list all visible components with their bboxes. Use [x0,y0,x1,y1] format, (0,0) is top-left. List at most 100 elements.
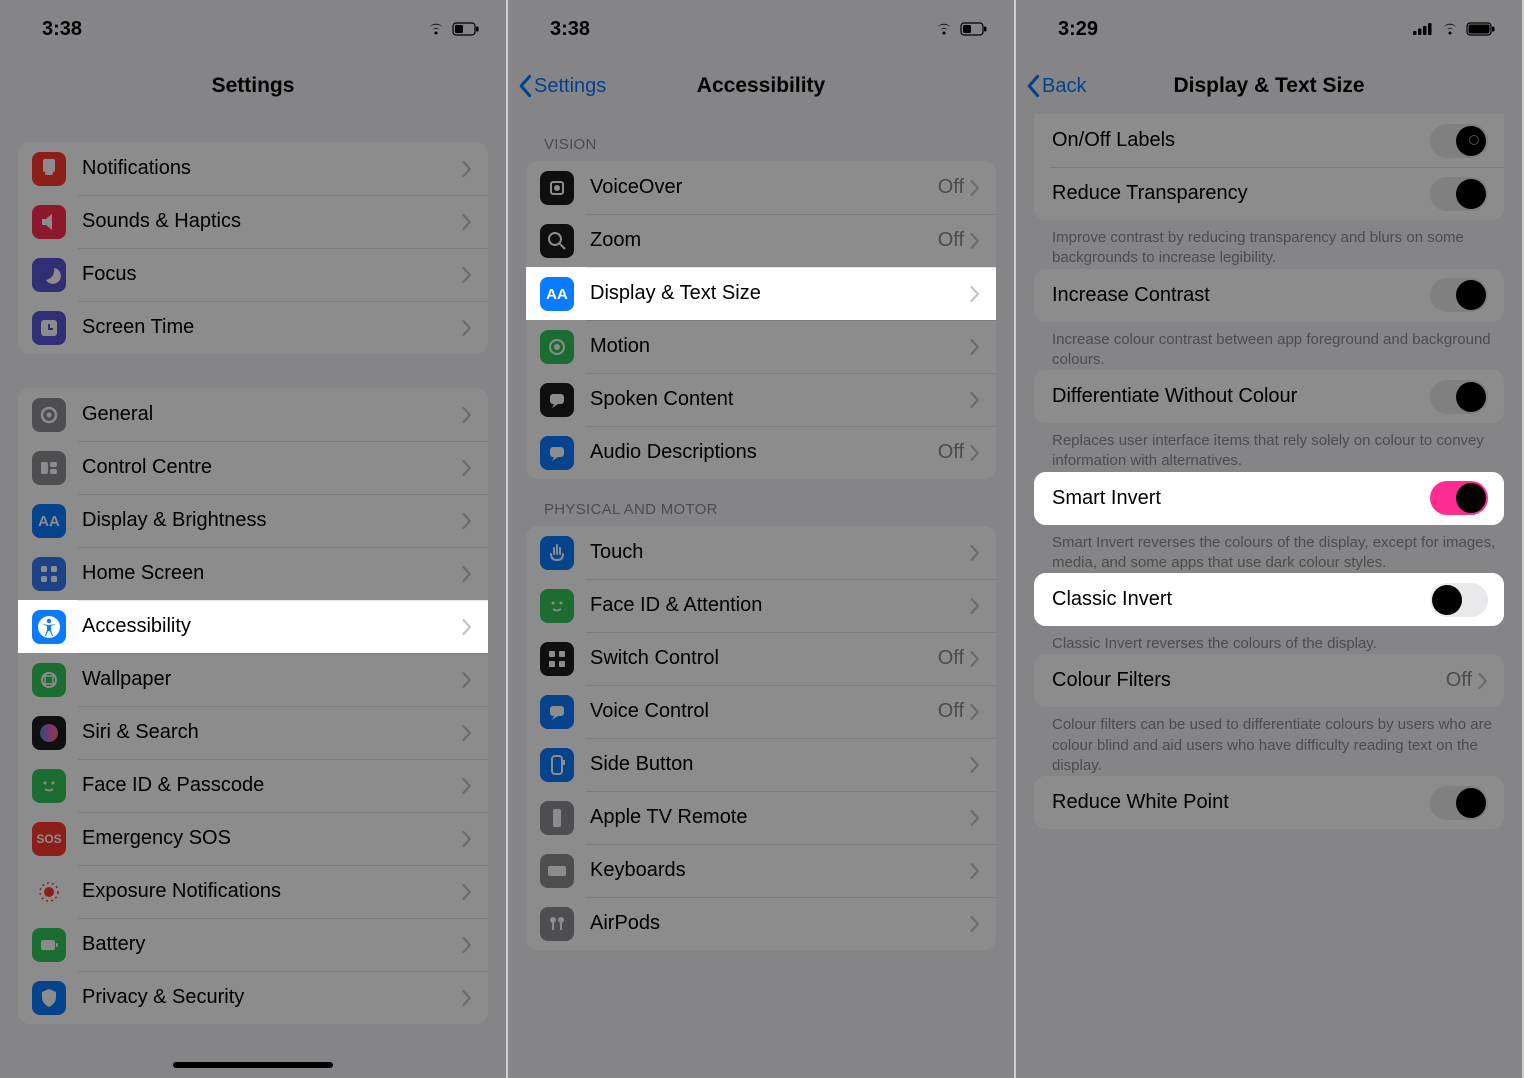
motion-icon [540,330,574,364]
list-item[interactable]: Switch ControlOff [526,632,996,685]
list-item[interactable]: SOSEmergency SOS [18,812,488,865]
row-label: Face ID & Passcode [82,774,462,797]
accessibility-icon [32,610,66,644]
toggle-switch[interactable] [1430,380,1488,414]
chevron-right-icon [970,810,980,826]
section-footer: Smart Invert reverses the colours of the… [1016,525,1522,574]
row-label: Display & Text Size [590,282,970,305]
list-item[interactable]: VoiceOverOff [526,161,996,214]
settings-group: On/Off LabelsReduce Transparency [1034,114,1504,220]
list-item[interactable]: Home Screen [18,547,488,600]
chevron-right-icon [970,545,980,561]
siri-icon [32,716,66,750]
list-item[interactable]: Reduce Transparency [1034,167,1504,220]
exposure-icon [32,875,66,909]
row-value: Off [938,229,964,252]
list-item[interactable]: Colour FiltersOff [1034,654,1504,707]
row-value: Off [1446,669,1472,692]
row-label: Reduce White Point [1052,791,1430,814]
list-item[interactable]: Face ID & Passcode [18,759,488,812]
section-header: Vision [508,114,1014,161]
chevron-right-icon [1478,673,1488,689]
list-item[interactable]: Face ID & Attention [526,579,996,632]
row-label: General [82,403,462,426]
toggle-switch[interactable] [1430,481,1488,515]
list-item[interactable]: Screen Time [18,301,488,354]
chevron-right-icon [970,863,980,879]
list-item[interactable]: Differentiate Without Colour [1034,370,1504,423]
list-item[interactable]: AADisplay & Text Size [526,267,996,320]
list-item[interactable]: Smart Invert [1034,472,1504,525]
list-item[interactable]: Increase Contrast [1034,269,1504,322]
row-label: Emergency SOS [82,827,462,850]
list-item[interactable]: Privacy & Security [18,971,488,1024]
row-label: AirPods [590,912,970,935]
row-label: Accessibility [82,615,462,638]
row-label: Voice Control [590,700,938,723]
list-item[interactable]: Keyboards [526,844,996,897]
list-item[interactable]: Audio DescriptionsOff [526,426,996,479]
list-item[interactable]: Wallpaper [18,653,488,706]
row-label: Colour Filters [1052,669,1446,692]
nav-bar: Settings [0,58,506,114]
row-value: Off [938,176,964,199]
row-label: VoiceOver [590,176,938,199]
battery-icon [1466,22,1496,36]
toggle-switch[interactable] [1430,177,1488,211]
section-footer: Improve contrast by reducing transparenc… [1016,220,1522,269]
row-label: Control Centre [82,456,462,479]
section-footer: Classic Invert reverses the colours of t… [1016,626,1522,654]
toggle-switch[interactable] [1430,278,1488,312]
row-label: Side Button [590,753,970,776]
list-item[interactable]: Focus [18,248,488,301]
row-label: Motion [590,335,970,358]
page-title: Display & Text Size [1173,74,1364,98]
display-text-content[interactable]: On/Off LabelsReduce TransparencyImprove … [1016,114,1522,1078]
settings-group: Classic Invert [1034,573,1504,626]
list-item[interactable]: Siri & Search [18,706,488,759]
list-item[interactable]: Side Button [526,738,996,791]
faceid-icon [32,769,66,803]
list-item[interactable]: AirPods [526,897,996,950]
list-item[interactable]: Notifications [18,142,488,195]
row-label: Exposure Notifications [82,880,462,903]
switch-icon [540,642,574,676]
back-button[interactable]: Back [1026,74,1086,98]
list-item[interactable]: General [18,388,488,441]
row-label: Home Screen [82,562,462,585]
general-icon [32,398,66,432]
chevron-right-icon [462,513,472,529]
list-item[interactable]: Control Centre [18,441,488,494]
list-item[interactable]: Battery [18,918,488,971]
list-item[interactable]: Exposure Notifications [18,865,488,918]
list-item[interactable]: On/Off Labels [1034,114,1504,167]
home-indicator[interactable] [173,1062,333,1068]
chevron-right-icon [462,778,472,794]
list-item[interactable]: Touch [526,526,996,579]
toggle-switch[interactable] [1430,786,1488,820]
settings-content[interactable]: Notifications Sounds & Haptics Focus Screen… [0,114,506,1078]
list-item[interactable]: Spoken Content [526,373,996,426]
toggle-switch[interactable] [1430,124,1488,158]
status-icons [1412,22,1496,36]
accessibility-content[interactable]: VisionVoiceOverOffZoomOffAADisplay & Tex… [508,114,1014,1078]
status-bar: 3:38 [0,0,506,58]
back-button[interactable]: Settings [518,74,606,98]
list-item[interactable]: Voice ControlOff [526,685,996,738]
chevron-right-icon [462,267,472,283]
list-item[interactable]: ZoomOff [526,214,996,267]
list-item[interactable]: Apple TV Remote [526,791,996,844]
list-item[interactable]: Motion [526,320,996,373]
list-item[interactable]: Sounds & Haptics [18,195,488,248]
chevron-right-icon [462,460,472,476]
list-item[interactable]: AADisplay & Brightness [18,494,488,547]
toggle-switch[interactable] [1430,583,1488,617]
list-item[interactable]: Accessibility [18,600,488,653]
list-item[interactable]: Reduce White Point [1034,776,1504,829]
row-label: Siri & Search [82,721,462,744]
settings-group: Colour FiltersOff [1034,654,1504,707]
list-item[interactable]: Classic Invert [1034,573,1504,626]
row-label: Screen Time [82,316,462,339]
row-label: Sounds & Haptics [82,210,462,233]
chevron-right-icon [970,339,980,355]
